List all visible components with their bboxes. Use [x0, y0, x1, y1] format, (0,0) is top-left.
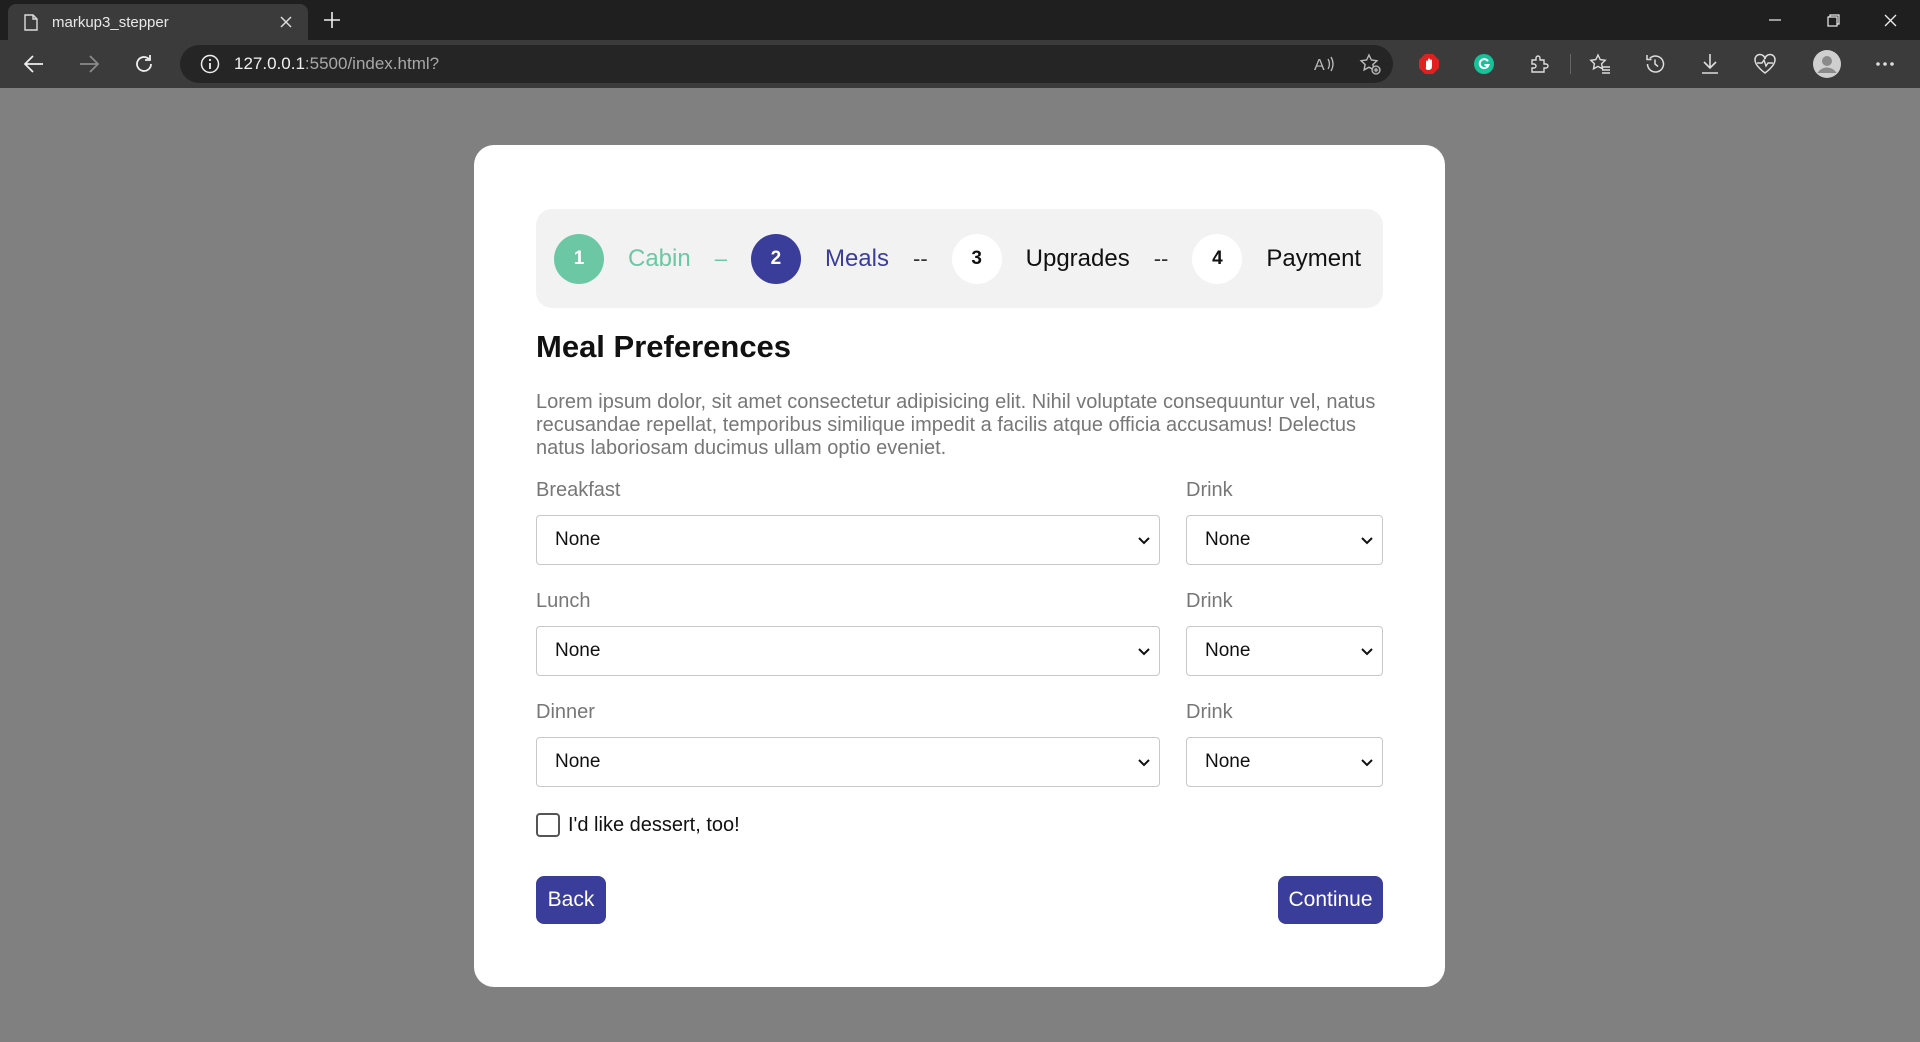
dessert-option[interactable]: I'd like dessert, too!	[536, 813, 740, 837]
browser-toolbar: 127.0.0.1:5500/index.html? A	[0, 40, 1920, 88]
reload-icon[interactable]	[127, 48, 161, 80]
new-tab-icon[interactable]	[318, 6, 346, 34]
lunch-drink-label: Drink	[1186, 590, 1233, 612]
address-bar[interactable]: 127.0.0.1:5500/index.html? A	[180, 45, 1393, 83]
close-window-icon[interactable]	[1862, 0, 1918, 40]
select-value: None	[1205, 640, 1251, 661]
breakfast-drink-label: Drink	[1186, 479, 1233, 501]
select-value: None	[555, 751, 601, 772]
extensions-icon[interactable]	[1522, 48, 1556, 80]
chevron-down-icon	[1360, 647, 1374, 656]
form-card: 1 Cabin – 2 Meals -- 3 Upgrades -- 4 Pay…	[474, 145, 1445, 987]
stepper: 1 Cabin – 2 Meals -- 3 Upgrades -- 4 Pay…	[536, 209, 1383, 308]
dinner-label: Dinner	[536, 701, 595, 723]
step-label: Cabin	[628, 244, 691, 272]
browser-essentials-icon[interactable]	[1748, 48, 1782, 80]
chevron-down-icon	[1137, 758, 1151, 767]
minimize-icon[interactable]	[1747, 0, 1803, 40]
forward-arrow-icon[interactable]	[72, 48, 106, 80]
browser-tab[interactable]: markup3_stepper	[8, 4, 308, 40]
url-host: 127.0.0.1	[234, 54, 305, 73]
site-info-icon[interactable]	[200, 54, 220, 74]
dessert-label: I'd like dessert, too!	[568, 813, 740, 836]
step-label: Upgrades	[1025, 244, 1130, 272]
step-payment[interactable]: 4 Payment	[1192, 233, 1362, 284]
chevron-down-icon	[1137, 536, 1151, 545]
chevron-down-icon	[1137, 647, 1151, 656]
select-value: None	[1205, 751, 1251, 772]
favorites-icon[interactable]	[1583, 48, 1617, 80]
chevron-down-icon	[1360, 536, 1374, 545]
back-arrow-icon[interactable]	[17, 48, 51, 80]
description-text: Lorem ipsum dolor, sit amet consectetur …	[536, 391, 1376, 459]
step-upgrades[interactable]: 3 Upgrades	[951, 233, 1130, 284]
step-number: 4	[1192, 233, 1243, 284]
step-number: 3	[951, 233, 1002, 284]
toolbar-separator	[1570, 54, 1571, 74]
step-label: Payment	[1266, 244, 1362, 272]
select-value: None	[555, 529, 601, 550]
step-label: Meals	[824, 244, 889, 272]
breakfast-select[interactable]: None	[536, 515, 1160, 565]
downloads-icon[interactable]	[1693, 48, 1727, 80]
add-favorite-icon[interactable]	[1355, 49, 1385, 79]
step-divider: --	[1153, 245, 1169, 271]
back-button[interactable]: Back	[536, 876, 606, 924]
history-icon[interactable]	[1638, 48, 1672, 80]
extension-stop-icon[interactable]	[1412, 48, 1446, 80]
step-number: 1	[554, 233, 604, 284]
step-cabin[interactable]: 1 Cabin	[554, 233, 691, 284]
page-icon	[24, 13, 38, 31]
profile-avatar-icon[interactable]	[1810, 48, 1844, 80]
dinner-drink-label: Drink	[1186, 701, 1233, 723]
continue-button[interactable]: Continue	[1278, 876, 1383, 924]
dinner-drink-select[interactable]: None	[1186, 737, 1383, 787]
svg-text:A: A	[1314, 57, 1325, 73]
close-tab-icon[interactable]	[272, 8, 300, 36]
lunch-drink-select[interactable]: None	[1186, 626, 1383, 676]
browser-tab-bar: markup3_stepper	[0, 0, 1920, 40]
more-options-icon[interactable]	[1868, 48, 1902, 80]
tab-title: markup3_stepper	[52, 13, 169, 31]
read-aloud-icon[interactable]: A	[1310, 49, 1340, 79]
select-value: None	[1205, 529, 1251, 550]
step-meals[interactable]: 2 Meals	[750, 233, 889, 284]
select-value: None	[555, 640, 601, 661]
lunch-select[interactable]: None	[536, 626, 1160, 676]
chevron-down-icon	[1360, 758, 1374, 767]
breakfast-drink-select[interactable]: None	[1186, 515, 1383, 565]
dessert-checkbox[interactable]	[536, 813, 560, 837]
step-divider: --	[913, 245, 928, 271]
step-number: 2	[750, 233, 801, 284]
grammarly-icon[interactable]	[1467, 48, 1501, 80]
step-divider: –	[714, 245, 727, 271]
url-path: :5500/index.html?	[304, 54, 440, 73]
dinner-select[interactable]: None	[536, 737, 1160, 787]
lunch-label: Lunch	[536, 590, 591, 612]
breakfast-label: Breakfast	[536, 479, 621, 501]
page-title: Meal Preferences	[536, 329, 792, 364]
restore-icon[interactable]	[1805, 0, 1861, 40]
